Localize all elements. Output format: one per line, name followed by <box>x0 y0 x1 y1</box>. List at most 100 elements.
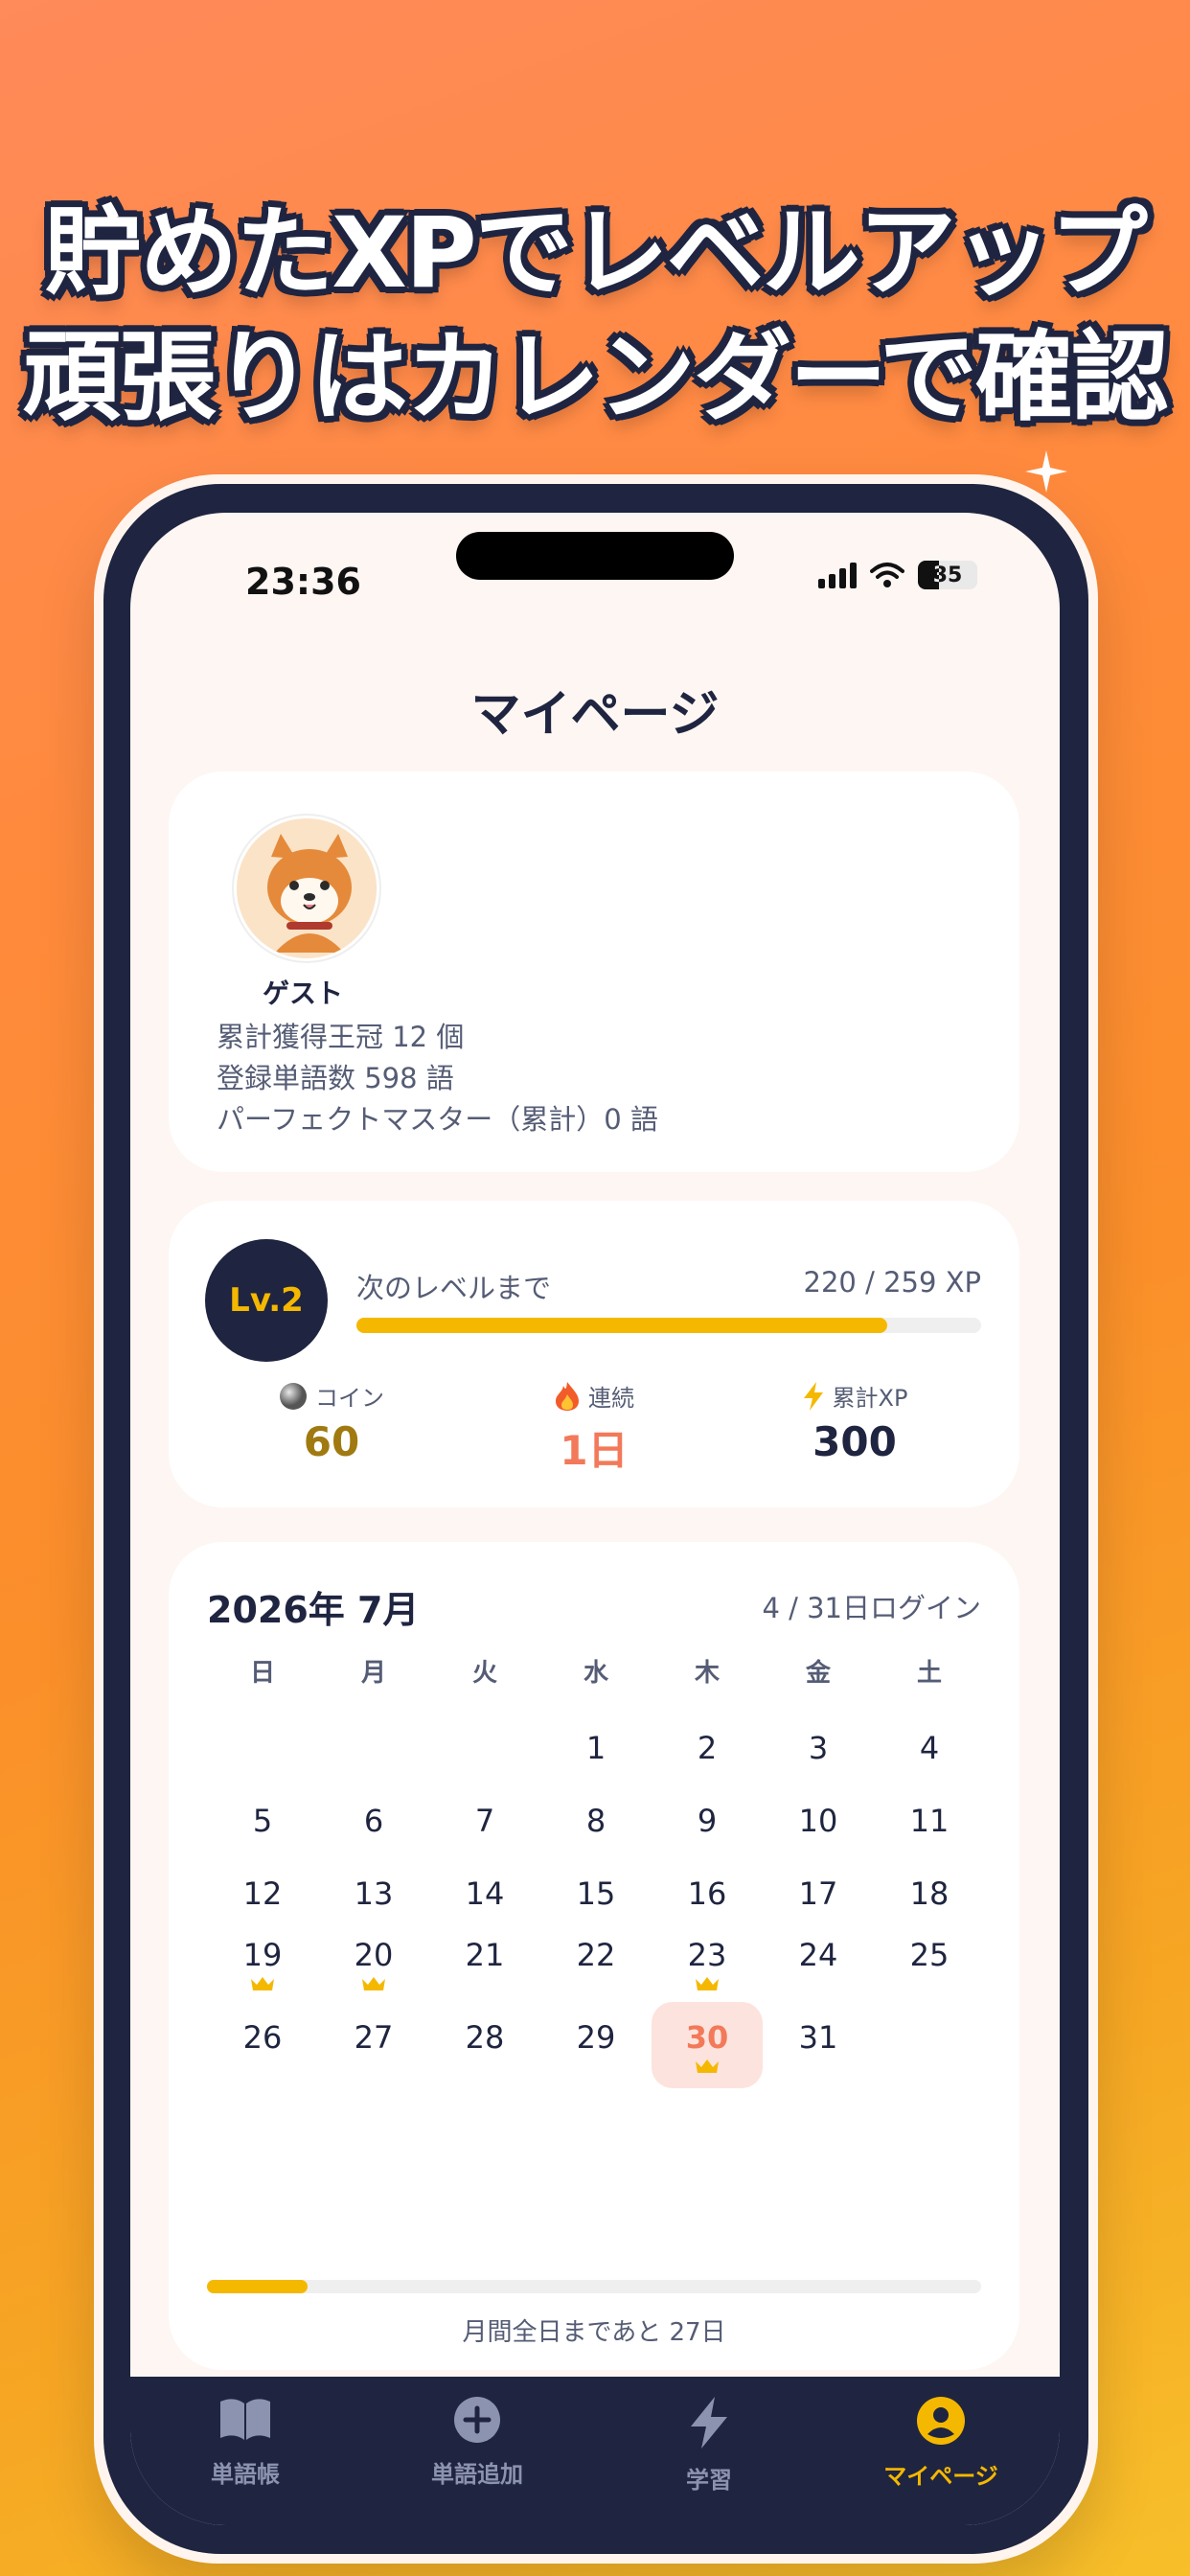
tab-mypage[interactable]: マイページ <box>826 2396 1056 2491</box>
day-number: 15 <box>576 1875 616 1912</box>
user-icon <box>917 2397 965 2445</box>
calendar-day[interactable]: 11 <box>874 1803 985 1839</box>
day-number: 2 <box>697 1730 718 1766</box>
calendar-day[interactable]: 22 <box>540 1937 652 1973</box>
day-number: 31 <box>798 2019 838 2056</box>
day-number: 28 <box>465 2019 505 2056</box>
total-xp-label: 累計XP <box>832 1385 908 1412</box>
battery-icon: 35 <box>918 561 977 589</box>
day-number: 14 <box>465 1875 505 1912</box>
calendar-day[interactable]: 17 <box>763 1875 874 1912</box>
calendar-day[interactable]: 6 <box>318 1803 429 1839</box>
calendar-day[interactable]: 10 <box>763 1803 874 1839</box>
dynamic-island <box>456 532 734 580</box>
tab-add-word[interactable]: 単語追加 <box>362 2396 592 2489</box>
calendar-day[interactable]: 2 <box>652 1730 763 1766</box>
calendar-day[interactable]: 9 <box>652 1803 763 1839</box>
calendar-day[interactable]: 23 <box>652 1937 763 1992</box>
calendar-day[interactable]: 14 <box>429 1875 540 1912</box>
weekday-label: 月 <box>360 1659 386 1688</box>
calendar-day-today[interactable]: 30 <box>652 2019 763 2075</box>
calendar-day[interactable]: 8 <box>540 1803 652 1839</box>
day-number: 25 <box>909 1937 950 1973</box>
tab-study[interactable]: 学習 <box>594 2396 824 2495</box>
shiba-dog-icon <box>237 818 377 958</box>
tab-bar: 単語帳 単語追加 学習 マイページ <box>130 2377 1060 2525</box>
stat-total-xp: 累計XP 300 <box>749 1379 960 1465</box>
month-progress-caption: 月間全日まであと 27日 <box>462 2318 726 2347</box>
calendar-day[interactable]: 18 <box>874 1875 985 1912</box>
stat-streak: 連続 1日 <box>489 1379 699 1477</box>
tab-label-wordbook: 単語帳 <box>211 2461 280 2488</box>
xp-progress-fill <box>356 1318 888 1333</box>
calendar-day[interactable]: 20 <box>318 1937 429 1992</box>
coins-value: 60 <box>303 1418 360 1465</box>
calendar-day[interactable]: 25 <box>874 1937 985 1973</box>
day-number: 1 <box>585 1730 606 1766</box>
calendar-day[interactable]: 12 <box>207 1875 318 1912</box>
day-number: 3 <box>808 1730 829 1766</box>
status-icons: 35 <box>818 561 977 589</box>
profile-card: ゲスト 累計獲得王冠 12 個 登録単語数 598 語 パーフェクトマスター（累… <box>169 771 1019 1172</box>
level-badge: Lv.2 <box>205 1239 328 1362</box>
status-time: 23:36 <box>245 561 361 603</box>
calendar-day[interactable]: 15 <box>540 1875 652 1912</box>
total-crowns: 累計獲得王冠 12 個 <box>217 1021 465 1053</box>
signal-icon <box>818 562 857 588</box>
day-number: 27 <box>354 2019 394 2056</box>
tab-label-mypage: マイページ <box>883 2463 998 2490</box>
month-progress-bar <box>207 2280 981 2293</box>
calendar-day[interactable]: 3 <box>763 1730 874 1766</box>
tab-label-add-word: 単語追加 <box>431 2461 523 2488</box>
calendar-day[interactable]: 4 <box>874 1730 985 1766</box>
promo-headline: 貯めたXPでレベルアップ 頑張りはカレンダーで確認 <box>0 192 1190 441</box>
calendar-day[interactable]: 28 <box>429 2019 540 2056</box>
headline-line-1: 貯めたXPでレベルアップ <box>44 196 1147 310</box>
day-number: 13 <box>354 1875 394 1912</box>
weekday-label: 木 <box>694 1659 720 1688</box>
streak-label: 連続 <box>588 1385 634 1412</box>
calendar-day[interactable]: 24 <box>763 1937 874 1973</box>
calendar-day[interactable]: 27 <box>318 2019 429 2056</box>
sparkle-icon <box>1025 450 1067 493</box>
calendar-day[interactable]: 31 <box>763 2019 874 2056</box>
day-number: 4 <box>919 1730 940 1766</box>
calendar-day[interactable]: 21 <box>429 1937 540 1973</box>
lightning-icon <box>803 1381 823 1411</box>
xp-progress-bar <box>356 1318 981 1333</box>
crown-icon <box>696 2059 719 2073</box>
day-number: 26 <box>242 2019 283 2056</box>
page-title: マイページ <box>470 686 720 744</box>
calendar-day[interactable]: 5 <box>207 1803 318 1839</box>
app-screen: 23:36 35 マイページ ゲスト 累計獲得王冠 12 個 登録単語数 598… <box>130 513 1060 2525</box>
crown-icon <box>251 1977 274 1990</box>
avatar[interactable] <box>234 816 379 961</box>
calendar-day[interactable]: 26 <box>207 2019 318 2056</box>
calendar-day[interactable]: 29 <box>540 2019 652 2056</box>
day-number: 10 <box>798 1803 838 1839</box>
calendar-day[interactable]: 1 <box>540 1730 652 1766</box>
streak-value: 1日 <box>560 1427 629 1474</box>
tab-wordbook[interactable]: 単語帳 <box>130 2396 360 2489</box>
day-number: 21 <box>465 1937 505 1973</box>
weekday-label: 日 <box>249 1659 275 1688</box>
month-progress-fill <box>207 2280 309 2293</box>
plus-circle-icon <box>454 2397 500 2443</box>
calendar-day[interactable]: 19 <box>207 1937 318 1992</box>
calendar-day[interactable]: 13 <box>318 1875 429 1912</box>
day-number: 16 <box>687 1875 727 1912</box>
crown-icon <box>696 1977 719 1990</box>
battery-level: 35 <box>932 563 963 587</box>
day-number: 24 <box>798 1937 838 1973</box>
lightning-icon <box>691 2397 727 2449</box>
day-number: 7 <box>474 1803 495 1839</box>
day-number: 18 <box>909 1875 950 1912</box>
weekday-label: 火 <box>471 1659 497 1688</box>
next-level-label: 次のレベルまで <box>356 1272 552 1304</box>
user-name: ゲスト <box>263 978 344 1009</box>
day-number: 20 <box>354 1937 394 1973</box>
calendar-day[interactable]: 16 <box>652 1875 763 1912</box>
perfect-master-count: パーフェクトマスター（累計）0 語 <box>217 1103 658 1136</box>
calendar-day[interactable]: 7 <box>429 1803 540 1839</box>
day-number: 9 <box>697 1803 718 1839</box>
